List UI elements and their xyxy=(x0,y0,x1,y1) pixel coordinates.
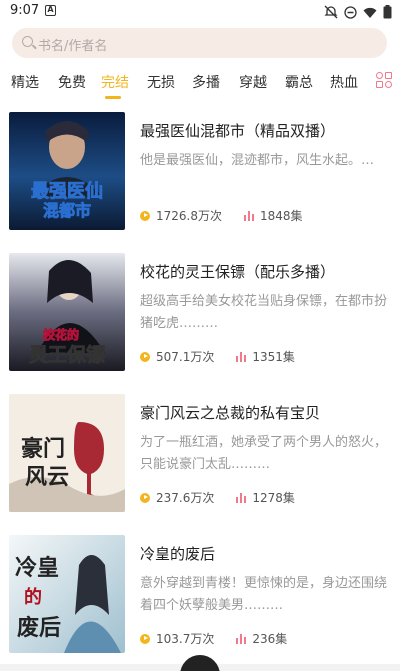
category-tabs: 精选 免费 完结 无损 多播 穿越 霸总 热血 xyxy=(0,66,400,102)
book-item[interactable]: 校花的 灵王保镖 校花的灵王保镖（配乐多播） 超级高手给美女校花当贴身保镖，在都… xyxy=(0,253,400,383)
book-item[interactable]: 最强医仙 混都市 最强医仙混都市（精品双播） 他是最强医仙，混迹都市，风生水起。… xyxy=(0,112,400,242)
episode-count: 1351集 xyxy=(252,350,295,364)
play-count-icon xyxy=(140,633,150,644)
book-cover[interactable]: 豪门 风云 xyxy=(9,394,125,512)
svg-text:的: 的 xyxy=(24,586,42,608)
tab-hot-blooded[interactable]: 热血 xyxy=(330,72,358,92)
book-cover[interactable]: 冷皇 的 废后 xyxy=(9,535,125,653)
svg-text:废后: 废后 xyxy=(17,615,61,641)
search-input[interactable]: 书名/作者名 xyxy=(38,35,107,54)
book-stats: 1726.8万次 1848集 xyxy=(140,207,303,224)
book-description: 意外穿越到青楼！更惊悚的是，身边还围绕着四个妖孽般美男……… xyxy=(140,576,388,613)
tab-free[interactable]: 免费 xyxy=(58,72,86,92)
play-count: 103.7万次 xyxy=(156,632,215,646)
category-grid-icon[interactable] xyxy=(376,72,394,90)
book-description: 他是最强医仙，混迹都市，风生水起。… xyxy=(140,153,375,168)
episode-count: 236集 xyxy=(252,632,288,646)
tab-time-travel[interactable]: 穿越 xyxy=(239,72,267,92)
episode-count: 1848集 xyxy=(260,209,303,223)
svg-text:灵王保镖: 灵王保镖 xyxy=(29,343,105,366)
play-count: 237.6万次 xyxy=(156,491,215,505)
book-title[interactable]: 最强医仙混都市（精品双播） xyxy=(140,120,335,141)
status-bar: 9:07 A xyxy=(0,0,400,22)
book-stats: 237.6万次 1278集 xyxy=(140,489,295,506)
tab-ceo[interactable]: 霸总 xyxy=(285,72,313,92)
play-count-icon xyxy=(140,492,150,503)
episode-count-icon xyxy=(244,210,255,221)
episode-count-icon xyxy=(236,633,247,644)
book-title[interactable]: 豪门风云之总裁的私有宝贝 xyxy=(140,402,320,423)
book-cover[interactable]: 最强医仙 混都市 xyxy=(9,112,125,230)
book-title[interactable]: 校花的灵王保镖（配乐多播） xyxy=(140,261,335,282)
book-stats: 103.7万次 236集 xyxy=(140,630,287,647)
status-time: 9:07 xyxy=(10,3,40,18)
notification-a-icon: A xyxy=(45,5,56,16)
book-item[interactable]: 冷皇 的 废后 冷皇的废后 意外穿越到青楼！更惊悚的是，身边还围绕着四个妖孽般美… xyxy=(0,535,400,665)
svg-text:最强医仙: 最强医仙 xyxy=(31,180,103,202)
tab-featured[interactable]: 精选 xyxy=(11,72,39,92)
episode-count-icon xyxy=(236,351,247,362)
tab-lossless[interactable]: 无损 xyxy=(147,72,175,92)
battery-icon xyxy=(383,4,392,23)
play-count: 1726.8万次 xyxy=(156,209,222,223)
svg-text:校花的: 校花的 xyxy=(43,327,79,342)
book-item[interactable]: 豪门 风云 豪门风云之总裁的私有宝贝 为了一瓶红酒，她承受了两个男人的怒火，只能… xyxy=(0,394,400,524)
book-description: 为了一瓶红酒，她承受了两个男人的怒火，只能说豪门太乱……… xyxy=(140,435,388,472)
search-bar[interactable]: 书名/作者名 xyxy=(12,28,387,58)
book-stats: 507.1万次 1351集 xyxy=(140,348,295,365)
play-count: 507.1万次 xyxy=(156,350,215,364)
episode-count-icon xyxy=(236,492,247,503)
play-count-icon xyxy=(140,351,150,362)
svg-text:风云: 风云 xyxy=(25,464,69,490)
svg-text:混都市: 混都市 xyxy=(43,201,91,220)
svg-text:豪门: 豪门 xyxy=(21,436,65,462)
status-icons xyxy=(324,4,392,23)
book-cover[interactable]: 校花的 灵王保镖 xyxy=(9,253,125,371)
tab-completed[interactable]: 完结 xyxy=(101,72,129,92)
play-count-icon xyxy=(140,210,150,221)
search-icon xyxy=(22,36,33,47)
book-description: 超级高手给美女校花当贴身保镖，在都市扮猪吃虎……… xyxy=(140,294,388,331)
episode-count: 1278集 xyxy=(252,491,295,505)
tab-multicast[interactable]: 多播 xyxy=(192,72,220,92)
svg-text:冷皇: 冷皇 xyxy=(15,555,59,581)
mute-icon xyxy=(324,4,338,23)
tab-indicator xyxy=(105,96,121,99)
wifi-icon xyxy=(363,4,377,23)
dnd-icon xyxy=(344,4,357,23)
book-title[interactable]: 冷皇的废后 xyxy=(140,543,215,564)
